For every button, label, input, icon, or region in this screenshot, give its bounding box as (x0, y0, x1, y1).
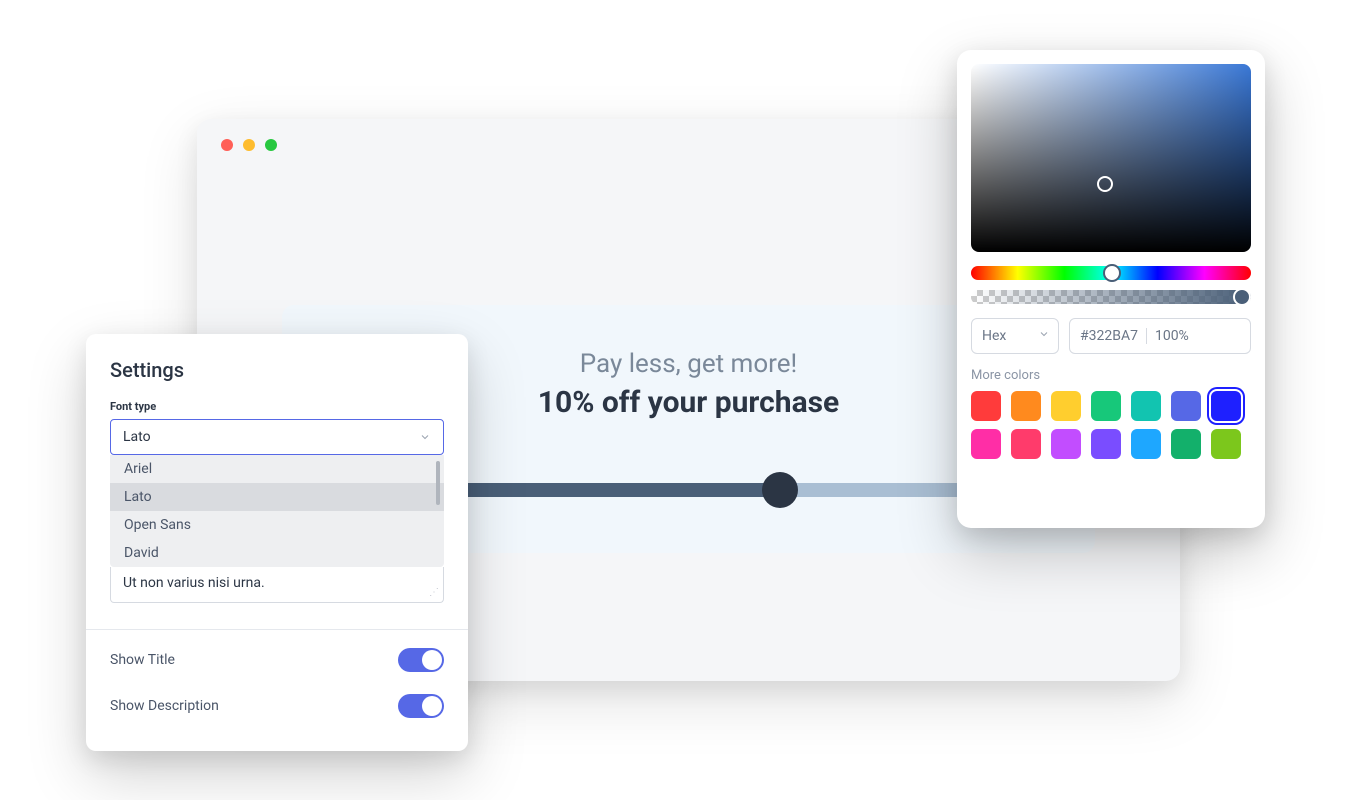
font-select[interactable]: Lato (110, 419, 444, 455)
traffic-lights (221, 139, 277, 151)
show-description-toggle[interactable] (398, 694, 444, 718)
textarea-text: Ut non varius nisi urna. (123, 575, 265, 591)
show-description-label: Show Description (110, 698, 219, 714)
show-description-row: Show Description (110, 694, 444, 718)
picker-inputs: Hex #322BA7 100% (971, 318, 1251, 354)
resize-handle-icon[interactable]: ⋰ (429, 587, 439, 598)
maximize-window-icon[interactable] (265, 139, 277, 151)
color-format-select[interactable]: Hex (971, 318, 1059, 354)
close-window-icon[interactable] (221, 139, 233, 151)
chevron-down-icon (1038, 328, 1050, 344)
swatch-purple[interactable] (1091, 429, 1121, 459)
font-option-lato[interactable]: Lato (110, 483, 444, 511)
show-title-toggle[interactable] (398, 648, 444, 672)
description-textarea[interactable]: Ut non varius nisi urna. ⋰ (110, 567, 444, 603)
swatch-green[interactable] (1091, 391, 1121, 421)
color-picker-panel: Hex #322BA7 100% More colors (957, 50, 1265, 528)
more-colors-label: More colors (971, 368, 1251, 383)
swatch-magenta[interactable] (1051, 429, 1081, 459)
toggle-knob (422, 696, 442, 716)
chevron-down-icon (419, 428, 431, 447)
hex-value: #322BA7 (1080, 328, 1146, 344)
swatch-row-1 (971, 391, 1251, 421)
dropdown-scrollbar[interactable] (436, 461, 440, 505)
settings-panel: Settings Font type Lato Ariel Lato Open … (86, 334, 468, 751)
swatch-blue[interactable] (1211, 391, 1241, 421)
font-select-value: Lato (123, 429, 151, 445)
swatch-row-2 (971, 429, 1251, 459)
font-option-open-sans[interactable]: Open Sans (110, 511, 444, 539)
font-option-ariel[interactable]: Ariel (110, 455, 444, 483)
show-title-label: Show Title (110, 652, 175, 668)
swatch-red[interactable] (971, 391, 1001, 421)
font-dropdown-list: Ariel Lato Open Sans David (110, 455, 444, 567)
hue-slider[interactable] (971, 266, 1251, 280)
alpha-slider[interactable] (971, 290, 1251, 304)
minimize-window-icon[interactable] (243, 139, 255, 151)
swatch-pink[interactable] (971, 429, 1001, 459)
swatch-teal[interactable] (1131, 391, 1161, 421)
format-value: Hex (982, 328, 1006, 344)
swatch-lime[interactable] (1211, 429, 1241, 459)
promo-subtitle: Pay less, get more! (580, 349, 798, 379)
swatch-rose[interactable] (1011, 429, 1041, 459)
settings-title: Settings (110, 358, 444, 382)
swatch-sky[interactable] (1131, 429, 1161, 459)
slider-thumb[interactable] (762, 472, 798, 508)
font-type-label: Font type (110, 400, 444, 413)
swatch-emerald[interactable] (1171, 429, 1201, 459)
swatch-orange[interactable] (1011, 391, 1041, 421)
promo-title: 10% off your purchase (538, 385, 839, 420)
font-option-david[interactable]: David (110, 539, 444, 567)
divider (86, 629, 468, 630)
gradient-cursor[interactable] (1097, 176, 1113, 192)
show-title-row: Show Title (110, 648, 444, 672)
toggle-knob (422, 650, 442, 670)
opacity-value: 100% (1146, 328, 1189, 344)
hex-input[interactable]: #322BA7 100% (1069, 318, 1251, 354)
color-gradient-area[interactable] (971, 64, 1251, 252)
swatch-indigo[interactable] (1171, 391, 1201, 421)
alpha-thumb[interactable] (1233, 288, 1251, 306)
swatch-yellow[interactable] (1051, 391, 1081, 421)
hue-thumb[interactable] (1103, 264, 1121, 282)
